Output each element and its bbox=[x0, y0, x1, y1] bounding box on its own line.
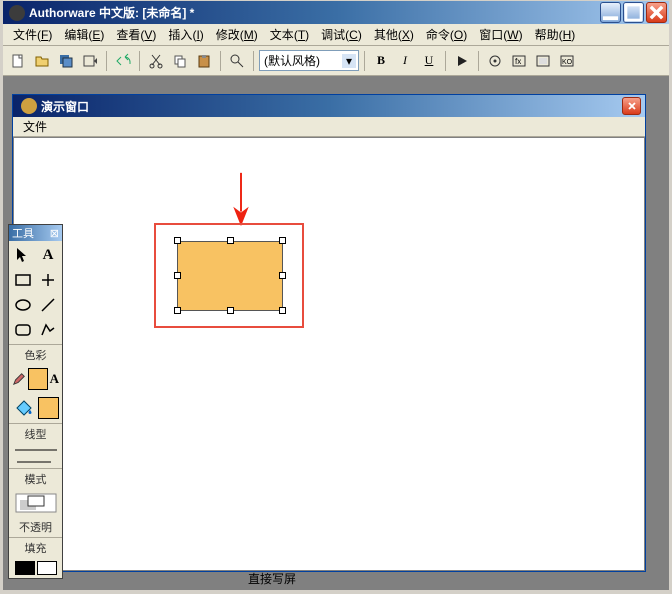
toolbar: (默认风格) B I U fx KO bbox=[3, 46, 669, 76]
presentation-icon bbox=[21, 98, 37, 114]
window-controls bbox=[600, 2, 667, 23]
swatch-fill-white[interactable] bbox=[37, 561, 57, 575]
menu-debug[interactable]: 调试(C) bbox=[315, 24, 368, 45]
find-button[interactable] bbox=[226, 50, 248, 72]
style-dropdown[interactable]: (默认风格) bbox=[259, 50, 359, 71]
close-button[interactable] bbox=[646, 2, 667, 23]
selection-handle-sw[interactable] bbox=[174, 307, 181, 314]
tool-line[interactable] bbox=[36, 268, 60, 292]
selection-handle-se[interactable] bbox=[279, 307, 286, 314]
bottom-label: 直接写屏 bbox=[248, 570, 296, 587]
mode-opaque-label: 不透明 bbox=[9, 517, 62, 537]
main-titlebar: Authorware 中文版: [未命名] * bbox=[3, 1, 669, 24]
bold-button[interactable]: B bbox=[370, 50, 392, 72]
import-button[interactable] bbox=[79, 50, 101, 72]
menu-command[interactable]: 命令(O) bbox=[420, 24, 473, 45]
toolbox-close-button[interactable]: ⊠ bbox=[50, 227, 59, 240]
toolbox-section-color: 色彩 bbox=[9, 344, 62, 365]
pencil-icon[interactable] bbox=[12, 371, 26, 387]
menu-file[interactable]: 文件(F) bbox=[7, 24, 58, 45]
toolbox-title-text: 工具 bbox=[12, 225, 34, 241]
toolbox-section-mode: 模式 bbox=[9, 468, 62, 489]
tool-diagonal-line[interactable] bbox=[36, 293, 60, 317]
toolbar-separator bbox=[106, 51, 107, 71]
control-panel-button[interactable] bbox=[484, 50, 506, 72]
window-title: Authorware 中文版: [未命名] * bbox=[29, 4, 600, 21]
selection-handle-ne[interactable] bbox=[279, 237, 286, 244]
menu-other[interactable]: 其他(X) bbox=[368, 24, 420, 45]
knowledge-button[interactable]: KO bbox=[556, 50, 578, 72]
line-style-thin[interactable] bbox=[9, 444, 62, 456]
presentation-titlebar[interactable]: 演示窗口 bbox=[13, 95, 645, 117]
drawn-rectangle[interactable] bbox=[177, 241, 283, 311]
toolbar-separator bbox=[220, 51, 221, 71]
color-row-stroke: A bbox=[9, 365, 62, 393]
maximize-button[interactable] bbox=[623, 2, 644, 23]
open-button[interactable] bbox=[31, 50, 53, 72]
toolbar-separator bbox=[253, 51, 254, 71]
new-button[interactable] bbox=[7, 50, 29, 72]
color-row-fill bbox=[9, 393, 62, 423]
selection-handle-e[interactable] bbox=[279, 272, 286, 279]
tool-rounded-rect[interactable] bbox=[11, 318, 35, 342]
cut-button[interactable] bbox=[145, 50, 167, 72]
style-dropdown-text: (默认风格) bbox=[264, 52, 320, 69]
swatch-stroke-color[interactable] bbox=[28, 368, 48, 390]
svg-text:KO: KO bbox=[562, 59, 573, 66]
minimize-button[interactable] bbox=[600, 2, 621, 23]
fill-preview[interactable] bbox=[9, 558, 62, 578]
toolbox-panel[interactable]: 工具 ⊠ A 色彩 A 线型 模式 不透明 填充 bbox=[8, 224, 63, 579]
tool-pointer[interactable] bbox=[11, 243, 35, 267]
toolbox-section-fill: 填充 bbox=[9, 537, 62, 558]
menu-modify[interactable]: 修改(M) bbox=[210, 24, 264, 45]
menu-text[interactable]: 文本(T) bbox=[264, 24, 315, 45]
text-color-icon[interactable]: A bbox=[50, 371, 59, 387]
presentation-close-button[interactable] bbox=[622, 97, 641, 115]
toolbox-section-line: 线型 bbox=[9, 423, 62, 444]
tool-ellipse[interactable] bbox=[11, 293, 35, 317]
tool-rectangle[interactable] bbox=[11, 268, 35, 292]
paste-button[interactable] bbox=[193, 50, 215, 72]
menubar: 文件(F) 编辑(E) 查看(V) 插入(I) 修改(M) 文本(T) 调试(C… bbox=[3, 24, 669, 46]
menu-help[interactable]: 帮助(H) bbox=[529, 24, 582, 45]
presentation-window: 演示窗口 文件 bbox=[12, 94, 646, 572]
presentation-menu-file[interactable]: 文件 bbox=[17, 116, 53, 137]
menu-insert[interactable]: 插入(I) bbox=[162, 24, 209, 45]
run-button[interactable] bbox=[451, 50, 473, 72]
svg-text:fx: fx bbox=[515, 57, 521, 66]
underline-button[interactable]: U bbox=[418, 50, 440, 72]
selection-handle-w[interactable] bbox=[174, 272, 181, 279]
tool-text[interactable]: A bbox=[36, 243, 60, 267]
menu-view[interactable]: 查看(V) bbox=[110, 24, 162, 45]
selection-handle-s[interactable] bbox=[227, 307, 234, 314]
toolbar-separator bbox=[364, 51, 365, 71]
presentation-canvas[interactable] bbox=[13, 137, 645, 571]
functions-button[interactable]: fx bbox=[508, 50, 530, 72]
tool-polygon[interactable] bbox=[36, 318, 60, 342]
undo-button[interactable] bbox=[112, 50, 134, 72]
toolbar-separator bbox=[445, 51, 446, 71]
menu-window[interactable]: 窗口(W) bbox=[473, 24, 528, 45]
annotation-arrow-icon bbox=[226, 168, 256, 228]
app-icon bbox=[9, 5, 25, 21]
toolbar-separator bbox=[478, 51, 479, 71]
selection-handle-nw[interactable] bbox=[174, 237, 181, 244]
save-all-button[interactable] bbox=[55, 50, 77, 72]
mode-preview[interactable] bbox=[9, 489, 62, 517]
selection-highlight bbox=[154, 223, 304, 328]
variables-button[interactable] bbox=[532, 50, 554, 72]
menu-edit[interactable]: 编辑(E) bbox=[58, 24, 110, 45]
swatch-fill-color[interactable] bbox=[38, 397, 59, 419]
toolbox-titlebar[interactable]: 工具 ⊠ bbox=[9, 225, 62, 241]
selection-handle-n[interactable] bbox=[227, 237, 234, 244]
bucket-icon[interactable] bbox=[12, 396, 36, 420]
toolbar-separator bbox=[139, 51, 140, 71]
presentation-menubar: 文件 bbox=[13, 117, 645, 137]
toolbox-tools: A bbox=[9, 241, 62, 344]
copy-button[interactable] bbox=[169, 50, 191, 72]
presentation-title: 演示窗口 bbox=[41, 98, 622, 115]
italic-button[interactable]: I bbox=[394, 50, 416, 72]
line-style-arrow[interactable] bbox=[9, 456, 62, 468]
swatch-fill-black[interactable] bbox=[15, 561, 35, 575]
